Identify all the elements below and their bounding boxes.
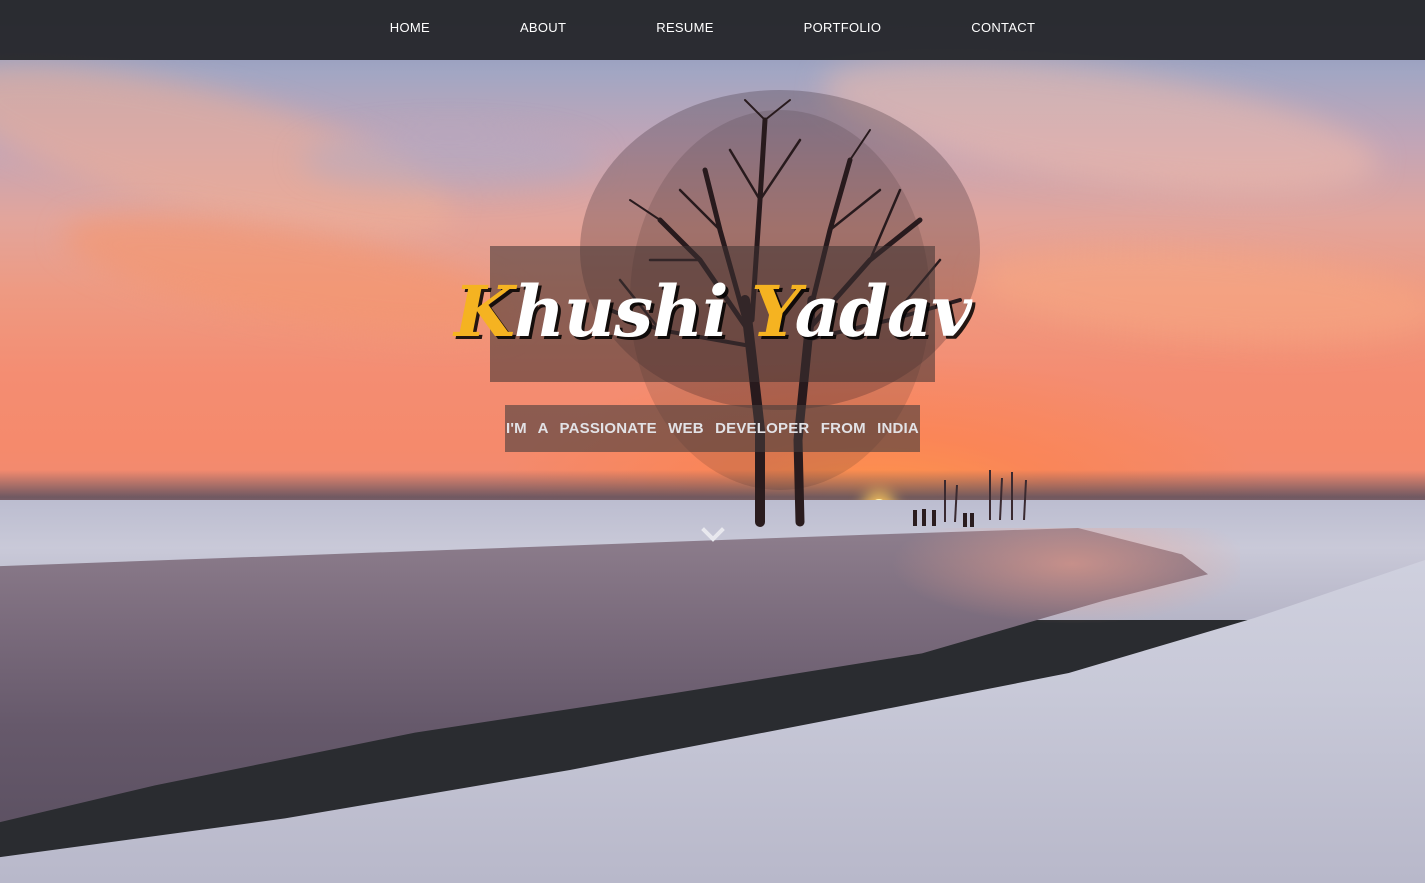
hero-name: Khushi Yadav bbox=[454, 269, 972, 353]
hero-tagline: I'M A PASSIONATE WEB DEVELOPER FROM INDI… bbox=[506, 420, 919, 437]
name-last-initial: Y bbox=[751, 269, 796, 353]
nav-item-resume[interactable]: RESUME bbox=[656, 20, 713, 35]
nav-item-home[interactable]: HOME bbox=[390, 20, 430, 35]
nav-item-contact[interactable]: CONTACT bbox=[971, 20, 1035, 35]
hero-tagline-box: I'M A PASSIONATE WEB DEVELOPER FROM INDI… bbox=[505, 405, 920, 452]
nav-menu: HOME ABOUT RESUME PORTFOLIO CONTACT bbox=[345, 20, 1080, 38]
nav-item-portfolio[interactable]: PORTFOLIO bbox=[804, 20, 882, 35]
top-navbar: HOME ABOUT RESUME PORTFOLIO CONTACT bbox=[0, 0, 1425, 60]
hero-name-box: Khushi Yadav bbox=[454, 246, 972, 382]
name-first-initial: K bbox=[454, 269, 515, 353]
name-first-rest: hushi bbox=[513, 269, 729, 353]
chevron-down-icon bbox=[701, 527, 725, 542]
name-last-rest: adav bbox=[794, 269, 972, 353]
nav-item-about[interactable]: ABOUT bbox=[520, 20, 566, 35]
scroll-down-button[interactable] bbox=[700, 524, 726, 546]
